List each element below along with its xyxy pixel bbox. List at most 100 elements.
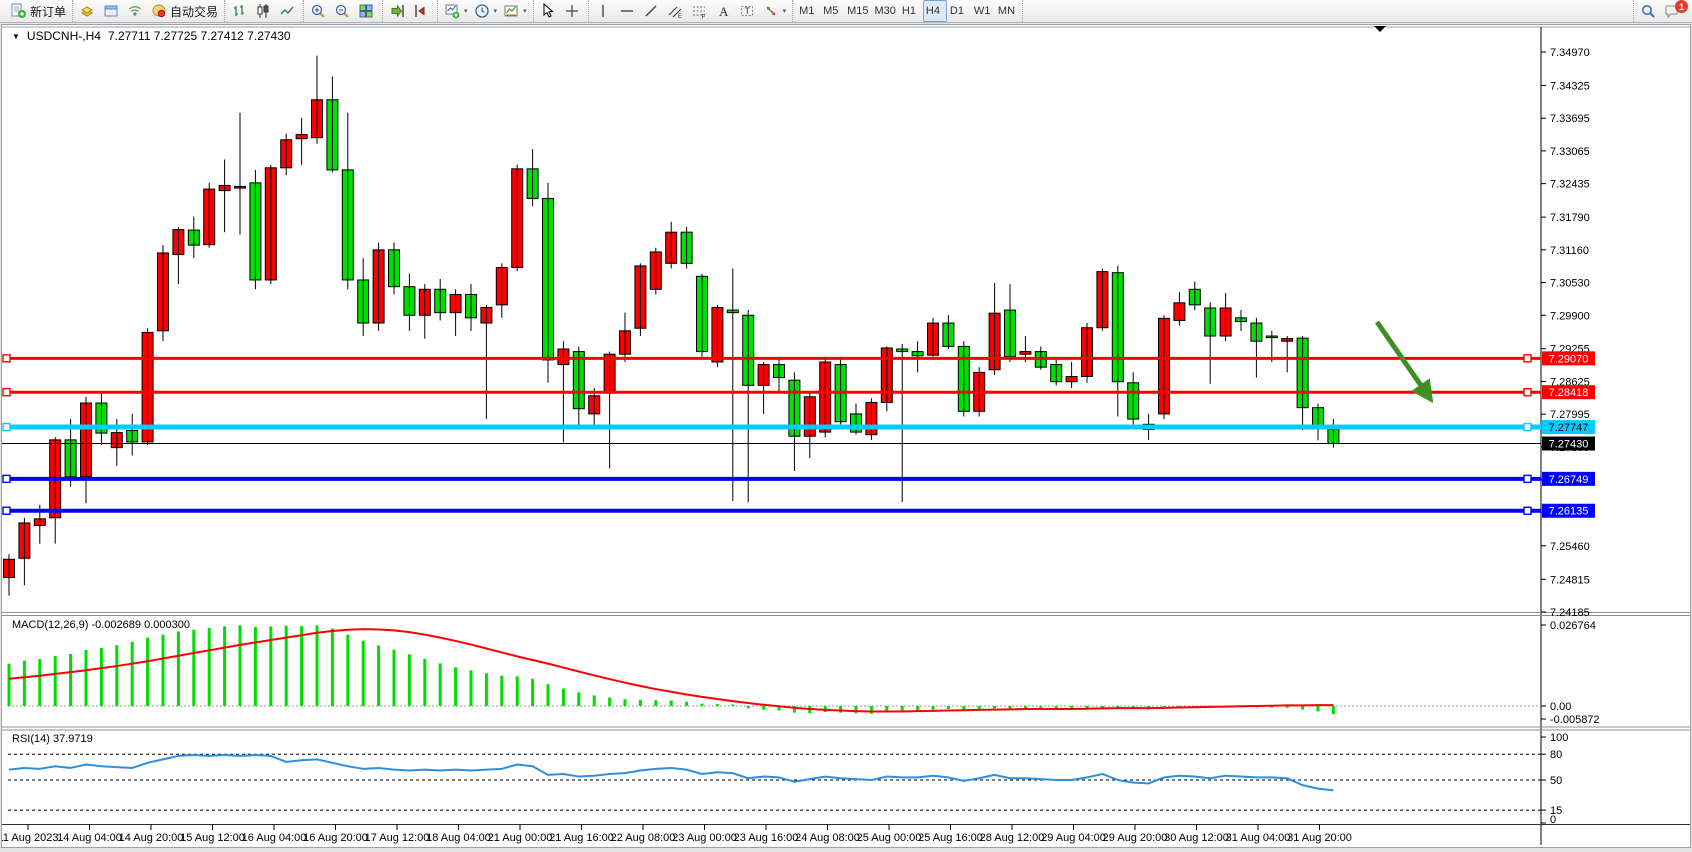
macd-axis-label: 0.026764 (1550, 620, 1596, 632)
cursor-icon (540, 3, 556, 19)
bars-icon (231, 3, 247, 19)
tile-windows-button[interactable] (355, 0, 379, 22)
new-order-button[interactable]: 新订单 (7, 0, 69, 22)
price-tag-label: 7.26135 (1549, 506, 1589, 518)
price-tag-label: 7.27430 (1549, 439, 1589, 451)
vertical-line-button[interactable] (592, 0, 616, 22)
line-anchor[interactable] (1524, 507, 1531, 514)
candles (4, 100, 1339, 578)
macd-axis-label: 0.00 (1550, 701, 1571, 713)
fibo-icon: F (691, 3, 707, 19)
dropdown-arrow-icon[interactable]: ▾ (523, 7, 527, 15)
navigator-button[interactable] (124, 0, 148, 22)
price-tick-label: 7.33065 (1550, 146, 1590, 158)
line-anchor[interactable] (1524, 355, 1531, 362)
zoom-in-button[interactable] (307, 0, 331, 22)
tf-m1-label: M1 (799, 5, 814, 17)
label-button[interactable]: T (736, 0, 760, 22)
quote-ohlc-label: 7.27711 7.27725 7.27412 7.27430 (108, 29, 291, 43)
price-tick-label: 7.31790 (1550, 212, 1590, 224)
tf-m5[interactable]: M5 (820, 0, 844, 22)
tf-mn[interactable]: MN (995, 0, 1019, 22)
chart-window[interactable]: 7.349707.343257.336957.330657.324357.317… (1, 24, 1691, 848)
line-anchor[interactable] (1524, 475, 1531, 482)
svg-text:E: E (678, 14, 682, 19)
text-button[interactable]: A (712, 0, 736, 22)
macd-axis-label: -0.005872 (1550, 714, 1600, 726)
time-tick-label: 24 Aug 08:00 (795, 832, 860, 844)
tf-h4-label: H4 (926, 5, 940, 17)
toolbar-group: 新订单 (4, 0, 72, 22)
trendline-button[interactable] (640, 0, 664, 22)
toolbar-group: E F AT ▾ (588, 0, 793, 22)
bar-chart-button[interactable] (228, 0, 252, 22)
new-chart-icon (444, 3, 460, 19)
crosshair-button[interactable] (561, 0, 585, 22)
auto-trading-icon (151, 3, 167, 19)
tf-m1[interactable]: M1 (796, 0, 820, 22)
channel-icon: E (667, 3, 683, 19)
chart-shift-marker-icon[interactable] (1374, 26, 1386, 32)
tf-m15-label: M15 (847, 5, 868, 17)
price-tick-label: 7.30530 (1550, 278, 1590, 290)
text-icon: A (715, 3, 731, 19)
zoom-in-icon (310, 3, 326, 19)
time-tick-label: 14 Aug 04:00 (57, 832, 122, 844)
line-anchor[interactable] (3, 424, 10, 431)
auto-scroll-icon (389, 3, 405, 19)
new-chart-button[interactable]: ▾ (441, 0, 471, 22)
market-watch-button[interactable] (76, 0, 100, 22)
zoom-out-button[interactable] (331, 0, 355, 22)
fibonacci-button[interactable]: F (688, 0, 712, 22)
price-tag-label: 7.27747 (1549, 422, 1589, 434)
tf-m30[interactable]: M30 (872, 0, 899, 22)
chart-shift-icon (413, 3, 429, 19)
chart-shift-button[interactable] (410, 0, 434, 22)
line-chart-button[interactable] (276, 0, 300, 22)
tf-m30-label: M30 (875, 5, 896, 17)
toolbar-group (303, 0, 382, 22)
horizontal-line-button[interactable] (616, 0, 640, 22)
candlestick-button[interactable] (252, 0, 276, 22)
notification-badge: 1 (1675, 0, 1688, 13)
tf-mn-label: MN (998, 5, 1015, 17)
tf-h1[interactable]: H1 (899, 0, 923, 22)
cursor-button[interactable] (537, 0, 561, 22)
tf-d1[interactable]: D1 (947, 0, 971, 22)
tf-m15[interactable]: M15 (844, 0, 871, 22)
price-chart-canvas[interactable]: 7.349707.343257.336957.330657.324357.317… (2, 25, 1690, 847)
line-anchor[interactable] (1524, 389, 1531, 396)
channel-button[interactable]: E (664, 0, 688, 22)
templates-button[interactable]: ▾ (500, 0, 530, 22)
price-tag-label: 7.28418 (1549, 387, 1589, 399)
line-anchor[interactable] (1524, 424, 1531, 431)
tf-h4[interactable]: H4 (923, 0, 947, 22)
arrows-button[interactable]: ▾ (760, 0, 790, 22)
chat-button[interactable]: 1 (1661, 0, 1685, 22)
line-anchor[interactable] (3, 507, 10, 514)
search-button[interactable] (1637, 0, 1661, 22)
time-tick-label: 21 Aug 16:00 (549, 832, 614, 844)
price-tick-label: 7.29900 (1550, 310, 1590, 322)
tf-w1[interactable]: W1 (971, 0, 995, 22)
symbol-dropdown-icon[interactable]: ▼ (12, 32, 20, 41)
line-anchor[interactable] (3, 475, 10, 482)
line-anchor[interactable] (3, 355, 10, 362)
symbol-period-label: USDCNH-,H4 (27, 29, 101, 43)
main-toolbar: 新订单 自动交易 ▾ ▾ ▾ E F AT ▾ M1 M5 M15 M30H1H4 D1W1MN 1 (0, 0, 1692, 23)
dropdown-arrow-icon[interactable]: ▾ (464, 7, 468, 15)
rsi-axis-label: 80 (1550, 749, 1562, 761)
label-icon: T (739, 3, 755, 19)
time-tick-label: 18 Aug 04:00 (426, 832, 491, 844)
auto-scroll-button[interactable] (386, 0, 410, 22)
line-anchor[interactable] (3, 389, 10, 396)
time-tick-label: 15 Aug 12:00 (180, 832, 245, 844)
periods-button[interactable]: ▾ (471, 0, 501, 22)
svg-text:F: F (701, 15, 705, 20)
data-window-button[interactable] (100, 0, 124, 22)
dropdown-arrow-icon[interactable]: ▾ (783, 7, 787, 15)
dropdown-arrow-icon[interactable]: ▾ (494, 7, 498, 15)
tile-icon (358, 3, 374, 19)
tf-m5-label: M5 (823, 5, 838, 17)
auto-trading-button[interactable]: 自动交易 (148, 0, 221, 22)
